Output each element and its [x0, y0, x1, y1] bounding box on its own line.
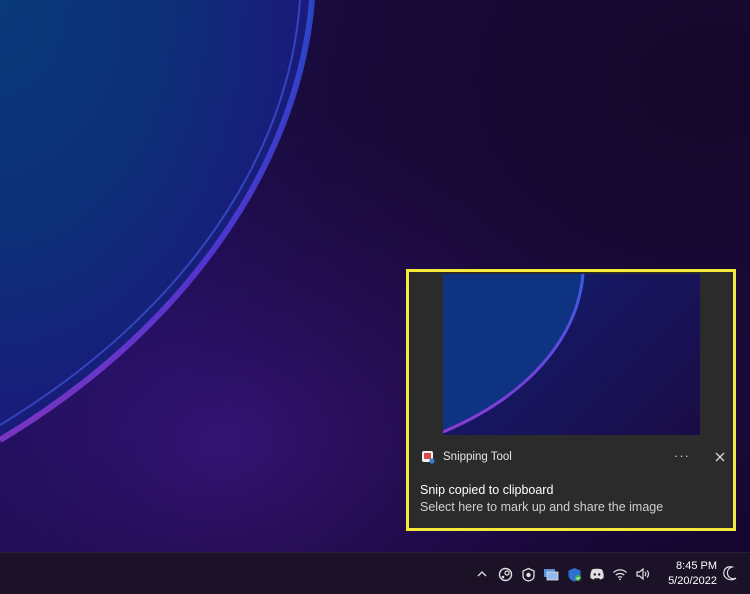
- notification-title: Snip copied to clipboard: [420, 483, 554, 497]
- taskbar-clock[interactable]: 8:45 PM 5/20/2022: [655, 559, 717, 589]
- steam-icon[interactable]: [497, 566, 513, 582]
- notification-toast[interactable]: Snipping Tool ··· Snip copied to clipboa…: [406, 269, 736, 531]
- snip-preview-image[interactable]: [443, 274, 700, 435]
- taskbar: 8:45 PM 5/20/2022: [0, 552, 750, 594]
- clock-time: 8:45 PM: [676, 560, 717, 572]
- app-name-label: Snipping Tool: [443, 451, 512, 463]
- system-tray: [474, 563, 658, 585]
- security-shield-icon[interactable]: [566, 566, 582, 582]
- monitor-icon[interactable]: [543, 566, 559, 582]
- chevron-up-icon[interactable]: [474, 566, 490, 582]
- desktop: Snipping Tool ··· Snip copied to clipboa…: [0, 0, 750, 552]
- toast-header: Snipping Tool ···: [421, 447, 725, 467]
- wifi-icon[interactable]: [612, 566, 628, 582]
- moon-icon[interactable]: [722, 565, 738, 581]
- discord-icon[interactable]: [589, 566, 605, 582]
- volume-icon[interactable]: [635, 566, 651, 582]
- close-icon: [715, 452, 725, 462]
- close-button[interactable]: [711, 448, 729, 466]
- clock-date: 5/20/2022: [668, 575, 717, 587]
- notification-body[interactable]: Select here to mark up and share the ima…: [420, 500, 663, 514]
- snipping-tool-icon: [421, 450, 435, 464]
- more-options-button[interactable]: ···: [671, 447, 693, 467]
- shield-icon[interactable]: [520, 566, 536, 582]
